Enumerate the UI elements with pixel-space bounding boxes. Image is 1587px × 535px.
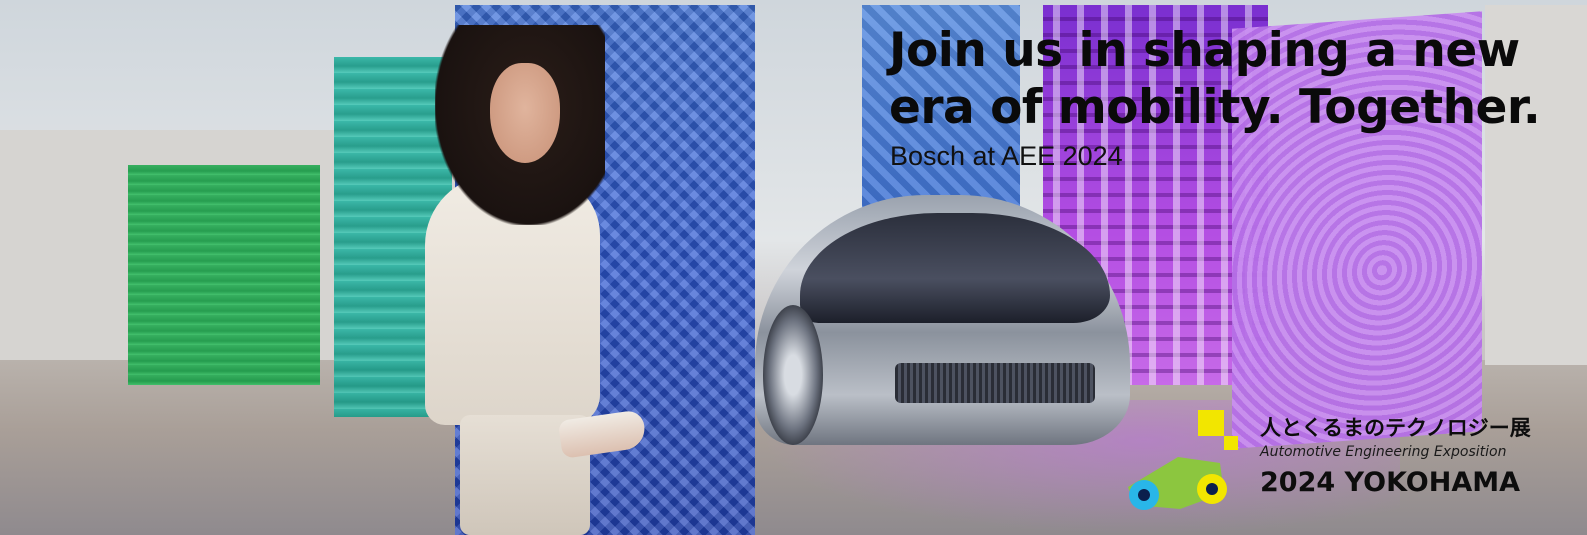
headline-line-1: Join us in shaping a new — [889, 23, 1520, 78]
aee-logo: 人とくるまのテクノロジー展 Automotive Engineering Exp… — [1120, 405, 1560, 523]
woman-figure — [420, 25, 650, 535]
headline: Join us in shaping a new era of mobility… — [889, 22, 1541, 136]
aee-logo-text: 人とくるまのテクノロジー展 Automotive Engineering Exp… — [1260, 415, 1531, 503]
hero-banner: Join us in shaping a new era of mobility… — [0, 0, 1587, 535]
headline-line-2: era of mobility. Together. — [889, 80, 1541, 135]
car-wheel — [763, 305, 823, 445]
aee-logo-mark-icon — [1128, 410, 1238, 510]
logo-year-city: 2024 YOKOHAMA — [1260, 467, 1521, 498]
woman-face — [490, 63, 560, 163]
glass-panel-green — [128, 165, 320, 385]
concept-car — [755, 195, 1130, 450]
car-grille — [895, 363, 1095, 403]
subline: Bosch at AEE 2024 — [890, 141, 1123, 171]
logo-en-title: Automotive Engineering Exposition — [1260, 444, 1507, 460]
logo-jp-title: 人とくるまのテクノロジー展 — [1260, 416, 1531, 440]
